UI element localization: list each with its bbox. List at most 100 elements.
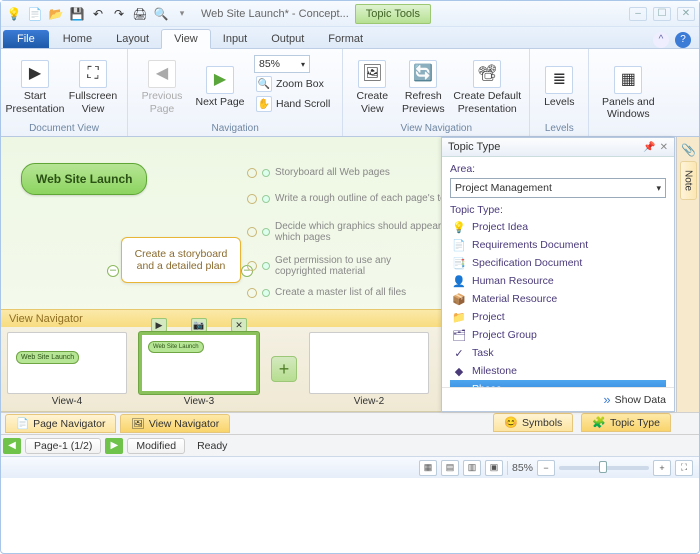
panels-windows-label: Panels and Windows <box>597 96 659 120</box>
print-preview-icon[interactable]: 🔍 <box>152 5 170 23</box>
tab-input[interactable]: Input <box>211 30 259 48</box>
view-navigator-strip: Web Site Launch View-4 ▶ 📷 ✕ Web Site La… <box>1 327 441 412</box>
thumb-camera-icon[interactable]: 📷 <box>191 318 207 332</box>
page-tab[interactable]: Page-1 (1/2) <box>25 438 101 454</box>
maximize-button[interactable]: ☐ <box>653 7 671 21</box>
tab-layout[interactable]: Layout <box>104 30 161 48</box>
new-icon[interactable]: 📄 <box>26 5 44 23</box>
start-presentation-button[interactable]: ▶ Start Presentation <box>7 53 63 122</box>
topic-type-item-label: Requirements Document <box>472 239 588 251</box>
open-icon[interactable]: 📂 <box>47 5 65 23</box>
view-thumbnail[interactable]: Web Site Launch <box>7 332 127 394</box>
app-bulb-icon[interactable]: 💡 <box>5 5 23 23</box>
undo-icon[interactable]: ↶ <box>89 5 107 23</box>
tab-view[interactable]: View <box>161 29 211 49</box>
zoom-fit-button[interactable]: ⛶ <box>675 460 693 476</box>
main-topic[interactable]: Web Site Launch <box>21 163 147 195</box>
area-value: Project Management <box>455 182 552 194</box>
zoom-out-button[interactable]: − <box>537 460 555 476</box>
hand-scroll-button[interactable]: ✋Hand Scroll <box>254 95 332 113</box>
zoom-dropdown[interactable]: 85%▾ <box>254 55 310 73</box>
contextual-tab-topic-tools[interactable]: Topic Tools <box>355 4 431 24</box>
topic-type-item-icon: 📑 <box>452 256 466 270</box>
status-icon-3[interactable]: ▥ <box>463 460 481 476</box>
close-button[interactable]: ✕ <box>677 7 695 21</box>
add-view-button[interactable]: + <box>271 356 297 382</box>
group-levels: Levels <box>536 122 582 134</box>
view-thumbnail-selected[interactable]: Web Site Launch <box>139 332 259 394</box>
topic-type-item[interactable]: 🗂Project Group <box>450 326 666 344</box>
topic-type-item[interactable]: 👤Human Resource <box>450 272 666 290</box>
zoom-slider[interactable] <box>559 466 649 470</box>
tab-home[interactable]: Home <box>51 30 104 48</box>
topic-type-item[interactable]: 📄Requirements Document <box>450 236 666 254</box>
prev-page-icon: ◀ <box>148 60 176 88</box>
note-tab[interactable]: Note <box>680 161 697 200</box>
attachment-icon[interactable]: 📎 <box>681 143 695 157</box>
bullet-icon <box>262 262 270 270</box>
panels-windows-button[interactable]: ▦ Panels and Windows <box>595 53 661 133</box>
tab-output[interactable]: Output <box>259 30 316 48</box>
help-icon[interactable]: ? <box>675 32 691 48</box>
ribbon-minimize-icon[interactable]: ^ <box>653 32 669 48</box>
topic-type-item[interactable]: 📑Specification Document <box>450 254 666 272</box>
show-data-button[interactable]: » Show Data <box>442 387 674 411</box>
bullet-icon <box>262 289 270 297</box>
thumb-play-icon[interactable]: ▶ <box>151 318 167 332</box>
topic-type-tab[interactable]: 🧩Topic Type <box>581 413 671 432</box>
status-icon-4[interactable]: ▣ <box>485 460 503 476</box>
leaf-topic[interactable]: Get permission to use any copyrighted ma… <box>275 255 445 277</box>
view-thumbnail[interactable] <box>309 332 429 394</box>
qat-dropdown-icon[interactable]: ▾ <box>173 5 191 23</box>
topic-type-item-label: Project Idea <box>472 221 528 233</box>
symbols-tab[interactable]: 😊Symbols <box>493 413 573 432</box>
fullscreen-view-button[interactable]: ⛶ Fullscreen View <box>65 53 121 122</box>
page-navigator-tab[interactable]: 📄Page Navigator <box>5 414 116 433</box>
sub-topic[interactable]: Create a storyboard and a detailed plan <box>121 237 241 283</box>
leaf-topic[interactable]: Decide which graphics should appear whic… <box>275 221 445 243</box>
next-page-arrow[interactable]: ▶ <box>105 438 123 454</box>
topic-type-item[interactable]: ✓Task <box>450 344 666 362</box>
view-navigator-tab[interactable]: 🖼View Navigator <box>120 414 230 433</box>
prev-page-arrow[interactable]: ◀ <box>3 438 21 454</box>
next-page-button[interactable]: ▶ Next Page <box>192 53 248 122</box>
refresh-previews-button[interactable]: 🔄 Refresh Previews <box>397 53 449 122</box>
topic-type-item[interactable]: 📁Project <box>450 308 666 326</box>
leaf-topic[interactable]: Write a rough outline of each page's tex <box>275 193 451 204</box>
status-icon-2[interactable]: ▤ <box>441 460 459 476</box>
status-icon-1[interactable]: ▦ <box>419 460 437 476</box>
levels-button[interactable]: ≣ Levels <box>536 53 582 122</box>
leaf-topic[interactable]: Create a master list of all files <box>275 287 406 298</box>
pin-icon[interactable]: 📌 <box>643 142 655 153</box>
tab-format[interactable]: Format <box>316 30 375 48</box>
topic-type-item[interactable]: ▬Phase <box>450 380 666 387</box>
panel-close-icon[interactable]: ✕ <box>660 142 668 153</box>
create-default-presentation-button[interactable]: 📽 Create Default Presentation <box>451 53 523 122</box>
group-document-view: Document View <box>7 122 121 134</box>
topic-type-item[interactable]: ◆Milestone <box>450 362 666 380</box>
puzzle-icon: 🧩 <box>592 416 606 429</box>
topic-type-item[interactable]: 📦Material Resource <box>450 290 666 308</box>
zoom-box-button[interactable]: 🔍Zoom Box <box>254 75 332 93</box>
thumb-close-icon[interactable]: ✕ <box>231 318 247 332</box>
redo-icon[interactable]: ↷ <box>110 5 128 23</box>
leaf-topic[interactable]: Storyboard all Web pages <box>275 167 390 178</box>
area-dropdown[interactable]: Project Management ▾ <box>450 178 666 198</box>
save-icon[interactable]: 💾 <box>68 5 86 23</box>
topic-type-item[interactable]: 💡Project Idea <box>450 218 666 236</box>
create-view-label: Create View <box>351 90 393 114</box>
hand-scroll-label: Hand Scroll <box>276 98 330 110</box>
print-icon[interactable]: 🖨 <box>131 5 149 23</box>
chevron-down-icon: ▾ <box>301 60 305 69</box>
start-presentation-label: Start Presentation <box>6 90 65 114</box>
minimize-button[interactable]: – <box>629 7 647 21</box>
create-view-button[interactable]: 🖼 Create View <box>349 53 395 122</box>
zoom-slider-thumb[interactable] <box>599 461 607 473</box>
page-navigator-label: Page Navigator <box>33 418 105 430</box>
area-label: Area: <box>450 163 475 175</box>
zoom-in-button[interactable]: + <box>653 460 671 476</box>
panels-icon: ▦ <box>614 66 642 94</box>
collapse-toggle[interactable]: – <box>107 265 119 277</box>
file-tab[interactable]: File <box>3 30 49 48</box>
topic-type-item-label: Human Resource <box>472 275 554 287</box>
